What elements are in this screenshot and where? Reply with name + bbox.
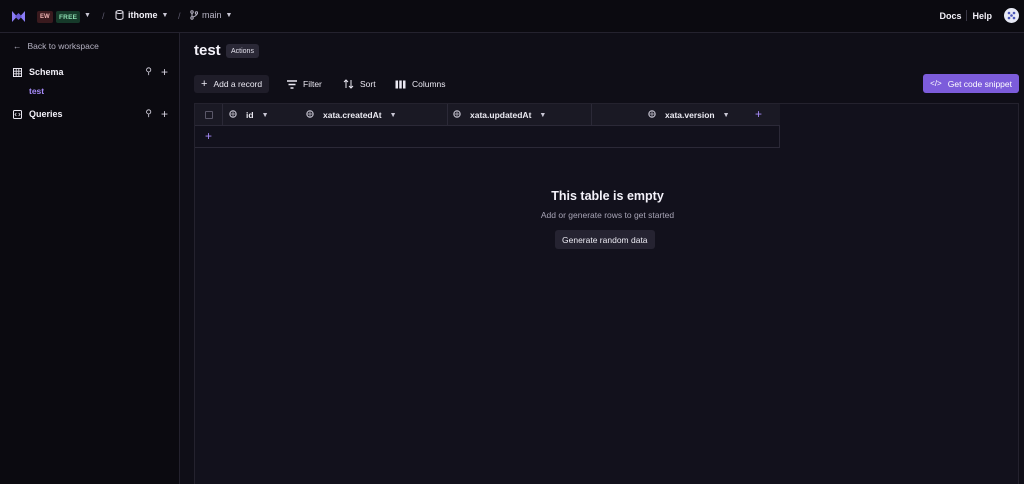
column-header-xata-version[interactable]: xata.version ▼: [648, 104, 730, 126]
column-menu-caret-icon[interactable]: ▼: [262, 112, 269, 119]
actions-button[interactable]: Actions: [226, 44, 259, 58]
database-name: ithome: [128, 10, 158, 20]
back-to-workspace-link[interactable]: ← Back to workspace: [13, 41, 99, 51]
column-divider: [447, 104, 448, 126]
select-all-checkbox[interactable]: [205, 111, 213, 119]
top-right-nav: Docs Help: [934, 8, 1019, 23]
schema-section-header[interactable]: Schema: [13, 67, 64, 77]
columns-icon: [395, 80, 406, 88]
add-query-icon[interactable]: +: [161, 108, 168, 120]
docs-link[interactable]: Docs: [934, 11, 966, 21]
search-icon[interactable]: ⚲: [145, 66, 152, 77]
breadcrumb-separator: /: [102, 11, 105, 21]
sidebar: ← Back to workspace Schema ⚲ + test Quer…: [0, 33, 180, 484]
table-grid-icon: [13, 67, 22, 77]
queries-actions: ⚲ +: [145, 108, 168, 120]
database-icon: [115, 10, 124, 20]
column-type-icon: [229, 110, 237, 120]
database-selector[interactable]: ithome ▼: [115, 10, 168, 20]
queries-section-header[interactable]: Queries: [13, 109, 63, 119]
user-avatar[interactable]: [1004, 8, 1019, 23]
add-record-button[interactable]: + Add a record: [194, 75, 270, 93]
plus-icon: +: [201, 78, 208, 90]
workspace-avatar[interactable]: EW: [37, 11, 53, 23]
column-header-xata-updatedat[interactable]: xata.updatedAt ▼: [453, 104, 546, 126]
column-divider: [222, 104, 223, 126]
search-icon[interactable]: ⚲: [145, 108, 152, 119]
empty-state-title: This table is empty: [551, 189, 664, 203]
help-link[interactable]: Help: [967, 11, 997, 21]
add-row-line: +: [195, 126, 780, 148]
empty-state-subtitle: Add or generate rows to get started: [540, 210, 675, 220]
page-title: test: [194, 42, 221, 59]
workspace-chevron-down-icon[interactable]: ▼: [84, 12, 91, 19]
column-menu-caret-icon[interactable]: ▼: [390, 112, 397, 119]
back-label: Back to workspace: [27, 41, 99, 51]
column-type-icon: [648, 110, 656, 120]
add-column-icon[interactable]: +: [755, 108, 762, 120]
column-type-icon: [453, 110, 461, 120]
chevron-down-icon: ▼: [225, 11, 233, 19]
filter-button[interactable]: Filter: [287, 75, 322, 93]
code-icon: [13, 109, 22, 119]
branch-name: main: [202, 10, 222, 20]
branch-selector[interactable]: main ▼: [190, 10, 232, 20]
avatar-pattern-icon: [1007, 11, 1016, 20]
generate-random-data-button[interactable]: Generate random data: [555, 230, 655, 249]
breadcrumb-separator: /: [178, 11, 181, 21]
columns-button[interactable]: Columns: [395, 75, 446, 93]
chevron-down-icon: ▼: [161, 11, 169, 19]
column-type-icon: [306, 110, 314, 120]
column-menu-caret-icon[interactable]: ▼: [539, 112, 546, 119]
schema-actions: ⚲ +: [145, 66, 168, 78]
schema-label: Schema: [29, 67, 64, 77]
column-header-id[interactable]: id ▼: [229, 104, 269, 126]
add-row-icon[interactable]: +: [205, 130, 212, 142]
column-header-xata-createdat[interactable]: xata.createdAt ▼: [306, 104, 397, 126]
add-table-icon[interactable]: +: [161, 66, 168, 78]
sort-button[interactable]: Sort: [343, 75, 376, 93]
grid-header: id ▼ xata.createdAt ▼ xata.updatedAt ▼ x…: [195, 104, 780, 126]
arrow-left-icon: ←: [13, 41, 22, 51]
sidebar-item-table-test[interactable]: test: [29, 86, 44, 96]
code-brackets-icon: </>: [930, 79, 942, 88]
queries-label: Queries: [29, 109, 63, 119]
xata-logo-icon[interactable]: [11, 10, 26, 23]
filter-icon: [287, 79, 297, 89]
column-menu-caret-icon[interactable]: ▼: [723, 112, 730, 119]
plan-badge: FREE: [56, 11, 81, 23]
column-divider: [591, 104, 592, 126]
get-code-snippet-button[interactable]: </> Get code snippet: [923, 74, 1019, 93]
sort-arrows-icon: [343, 79, 354, 89]
data-grid: id ▼ xata.createdAt ▼ xata.updatedAt ▼ x…: [194, 103, 1019, 484]
top-bar: EW FREE ▼ / ithome ▼ / main ▼ Docs Help: [0, 0, 1024, 33]
git-branch-icon: [190, 10, 198, 20]
